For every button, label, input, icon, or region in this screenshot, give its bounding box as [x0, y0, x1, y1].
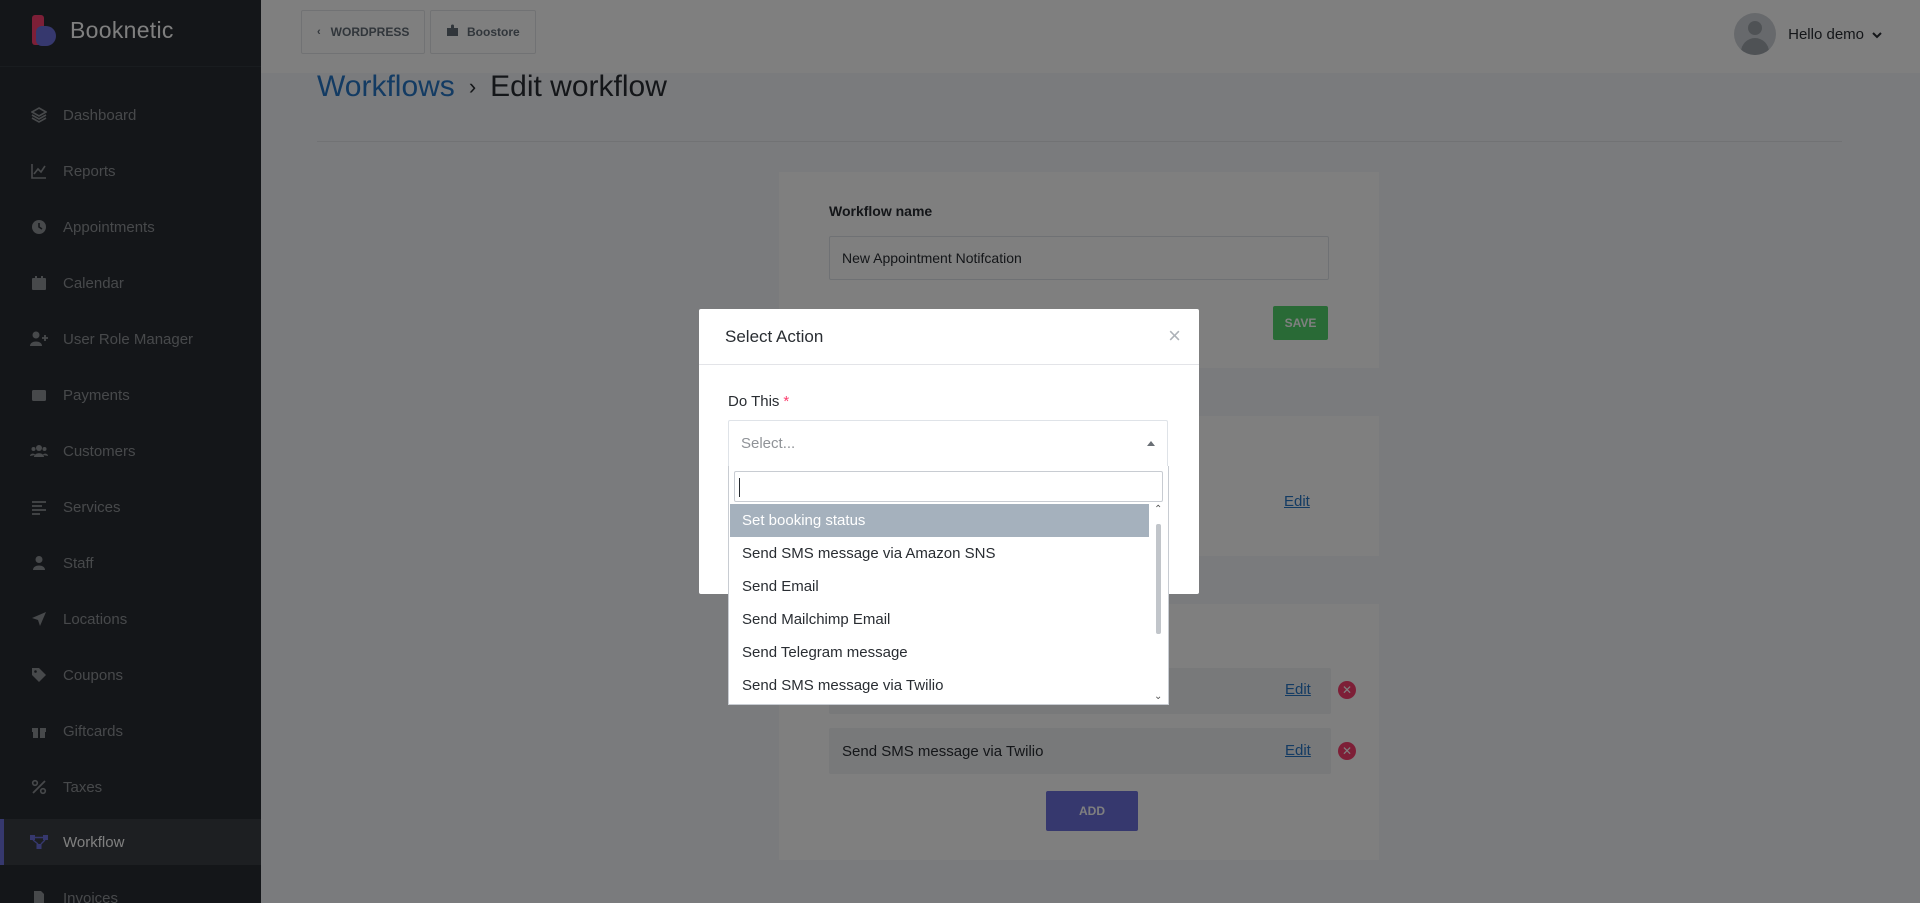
scroll-down-icon[interactable]: ⌄	[1154, 691, 1162, 702]
do-this-label: Do This *	[728, 393, 789, 410]
dropdown-option[interactable]: Send SMS message via Amazon SNS	[730, 537, 1149, 570]
scrollbar-thumb[interactable]	[1156, 524, 1161, 634]
action-dropdown: Set booking status Send SMS message via …	[728, 466, 1169, 705]
dropdown-option[interactable]: Send Telegram message	[730, 636, 1149, 669]
dropdown-option[interactable]: Send Mailchimp Email	[730, 603, 1149, 636]
close-icon[interactable]: ×	[1168, 325, 1181, 347]
dropdown-search-input[interactable]	[734, 471, 1163, 502]
select-placeholder: Select...	[741, 435, 796, 452]
do-this-label-text: Do This	[728, 393, 780, 410]
dropdown-options: Set booking status Send SMS message via …	[730, 504, 1149, 702]
dropdown-option[interactable]: Set booking status	[730, 504, 1149, 537]
modal-divider	[699, 364, 1199, 365]
dropdown-option[interactable]: Send Email	[730, 570, 1149, 603]
dropdown-option[interactable]: Send SMS message via Twilio	[730, 669, 1149, 702]
caret-up-icon	[1147, 441, 1155, 446]
required-mark: *	[783, 393, 790, 410]
text-cursor	[739, 478, 740, 497]
modal-title: Select Action	[725, 327, 824, 346]
scroll-up-icon[interactable]: ⌃	[1154, 504, 1162, 515]
do-this-select[interactable]: Select...	[728, 420, 1168, 466]
dropdown-scrollbar[interactable]: ⌃ ⌄	[1152, 504, 1166, 702]
